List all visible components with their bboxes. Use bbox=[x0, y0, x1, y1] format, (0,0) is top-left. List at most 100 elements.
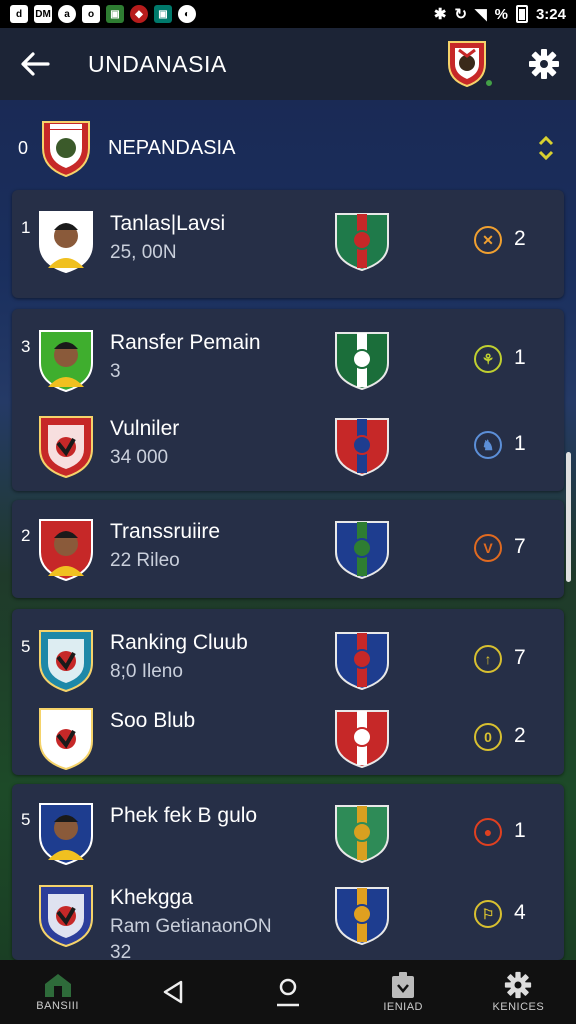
app-icon: a bbox=[58, 5, 76, 23]
nav-tasks-label: IENIAD bbox=[383, 1001, 423, 1013]
page-title: UNDANASIA bbox=[88, 50, 227, 77]
shield-crest-icon bbox=[42, 121, 90, 178]
stat-count: 1 bbox=[514, 432, 526, 455]
list-item[interactable]: 5 Ranking Cluub 8;0 Ileno ↑ 7 bbox=[12, 619, 564, 699]
list-item[interactable]: 2 Transsruiire 22 Rileo V 7 bbox=[12, 508, 564, 588]
item-name: Khekgga bbox=[110, 886, 193, 909]
list-item[interactable]: 1 Tanlas|Lavsi 25, 00N ✕ 2 bbox=[12, 200, 564, 280]
sort-chevrons-icon bbox=[538, 135, 554, 161]
ranking-card[interactable]: 1 Tanlas|Lavsi 25, 00N ✕ 2 bbox=[12, 190, 564, 298]
club-badge-icon bbox=[332, 802, 392, 864]
item-subtitle: 22 Rileo bbox=[110, 550, 180, 571]
stat-count: 4 bbox=[514, 901, 526, 924]
item-name: Transsruiire bbox=[110, 520, 221, 543]
section-rank: 0 bbox=[18, 137, 29, 158]
club-crest-icon bbox=[448, 41, 486, 88]
stat-badge-icon: V bbox=[474, 534, 502, 562]
back-triangle-icon bbox=[163, 980, 183, 1004]
section-header: 0 NEPANDASIA bbox=[0, 112, 576, 184]
notification-icon: d bbox=[10, 5, 28, 23]
item-subtitle: 3 bbox=[110, 361, 121, 382]
rank-number: 3 bbox=[21, 337, 31, 356]
item-name: Phek fek B gulo bbox=[110, 804, 258, 827]
club-badge-icon bbox=[332, 884, 392, 946]
stat-badge-icon: ♞ bbox=[474, 431, 502, 459]
nav-home[interactable]: BANSIII bbox=[10, 960, 106, 1024]
battery-icon bbox=[515, 5, 528, 23]
sync-icon: ↻ bbox=[454, 6, 468, 23]
rank-number: 5 bbox=[21, 637, 31, 656]
settings-button[interactable] bbox=[512, 28, 576, 100]
nav-profile[interactable] bbox=[240, 960, 336, 1024]
club-crest-avatar bbox=[36, 882, 96, 948]
stat-badge-icon: ⚐ bbox=[474, 900, 502, 928]
item-name: Vulniler bbox=[110, 417, 180, 440]
clock: 3:24 bbox=[535, 5, 566, 23]
ranking-card[interactable]: 5 Ranking Cluub 8;0 Ileno ↑ 7 Soo Blub 0… bbox=[12, 609, 564, 775]
message-icon: DM bbox=[34, 5, 52, 23]
club-badge-icon bbox=[332, 629, 392, 691]
club-badge-icon bbox=[332, 707, 392, 769]
list-item[interactable]: 5 Phek fek B gulo ● 1 bbox=[12, 792, 564, 872]
app-bar: UNDANASIA bbox=[0, 28, 576, 100]
section-title: NEPANDASIA bbox=[108, 136, 236, 159]
clock-icon: ◐ bbox=[178, 5, 196, 23]
club-badge-icon bbox=[332, 518, 392, 580]
nav-tasks[interactable]: IENIAD bbox=[355, 960, 451, 1024]
club-badge-icon bbox=[332, 415, 392, 477]
list-item[interactable]: Vulniler 34 000 ♞ 1 bbox=[12, 405, 564, 485]
item-name: Ranking Cluub bbox=[110, 631, 248, 654]
arrow-left-icon bbox=[21, 52, 50, 76]
list-item[interactable]: Khekgga Ram GetianaonON 32 ⚐ 4 bbox=[12, 874, 564, 963]
club-crest-avatar bbox=[36, 413, 96, 479]
status-bar-notification-icons: d DM a o ▣ ◆ ▣ ◐ bbox=[10, 5, 196, 23]
item-name: Ransfer Pemain bbox=[110, 331, 261, 354]
status-bar: d DM a o ▣ ◆ ▣ ◐ ✱ ↻ ◥ % 3:24 bbox=[0, 0, 576, 28]
wifi-icon: ◥ bbox=[475, 6, 487, 23]
stat-count: 2 bbox=[514, 227, 526, 250]
sort-toggle[interactable] bbox=[516, 134, 576, 162]
stat-count: 1 bbox=[514, 346, 526, 369]
ranking-card[interactable]: 3 Ransfer Pemain 3 ⚘ 1 Vulniler 34 000 ♞… bbox=[12, 309, 564, 491]
player-avatar bbox=[36, 208, 96, 274]
nav-back[interactable] bbox=[125, 960, 221, 1024]
section-crest bbox=[40, 118, 92, 178]
app-icon-2: o bbox=[82, 5, 100, 23]
app-icon-3: ▣ bbox=[154, 5, 172, 23]
game-icon: ◆ bbox=[130, 5, 148, 23]
bluetooth-icon: ✱ bbox=[433, 6, 447, 23]
nav-home-label: BANSIII bbox=[36, 1000, 79, 1012]
gear-icon bbox=[505, 971, 532, 999]
profile-icon bbox=[276, 978, 299, 1007]
stat-badge-icon: ✕ bbox=[474, 226, 502, 254]
nav-settings[interactable]: KENICES bbox=[470, 960, 566, 1024]
item-subtitle: 8;0 Ileno bbox=[110, 661, 183, 682]
club-crest-avatar bbox=[36, 705, 96, 771]
stat-count: 2 bbox=[514, 724, 526, 747]
ranking-card[interactable]: 5 Phek fek B gulo ● 1 Khekgga Ram Getian… bbox=[12, 784, 564, 963]
item-subtitle: Ram GetianaonON bbox=[110, 916, 272, 937]
club-badge-icon bbox=[332, 329, 392, 391]
list-item[interactable]: 3 Ransfer Pemain 3 ⚘ 1 bbox=[12, 319, 564, 399]
stat-count: 7 bbox=[514, 646, 526, 669]
player-avatar bbox=[36, 800, 96, 866]
club-crest[interactable] bbox=[446, 38, 494, 90]
online-indicator bbox=[484, 78, 494, 88]
stat-badge-icon: ⚘ bbox=[474, 345, 502, 373]
item-name: Soo Blub bbox=[110, 709, 196, 732]
stat-badge-icon: 0 bbox=[474, 723, 502, 751]
rank-number: 5 bbox=[21, 810, 31, 829]
nav-settings-label: KENICES bbox=[492, 1001, 545, 1013]
item-subtitle: 25, 00N bbox=[110, 242, 177, 263]
photos-icon: ▣ bbox=[106, 5, 124, 23]
tasks-icon bbox=[392, 972, 415, 998]
club-crest-avatar bbox=[36, 627, 96, 693]
back-button[interactable] bbox=[0, 28, 70, 100]
stat-count: 1 bbox=[514, 819, 526, 842]
item-subtitle: 34 000 bbox=[110, 447, 169, 468]
rank-number: 1 bbox=[21, 218, 31, 237]
player-avatar bbox=[36, 327, 96, 393]
scrollbar[interactable] bbox=[566, 452, 571, 582]
list-item[interactable]: Soo Blub 0 2 bbox=[12, 697, 564, 777]
ranking-card[interactable]: 2 Transsruiire 22 Rileo V 7 bbox=[12, 500, 564, 598]
